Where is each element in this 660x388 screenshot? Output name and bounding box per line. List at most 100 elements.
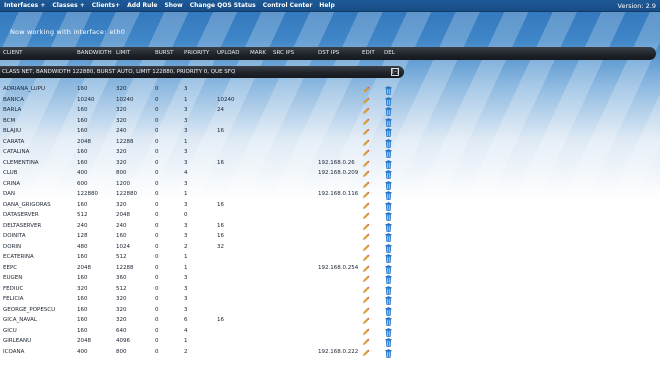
pencil-icon[interactable] xyxy=(362,296,370,304)
limit-cell: 12288 xyxy=(116,138,134,145)
trash-icon[interactable] xyxy=(385,254,392,263)
header-limit: LIMIT xyxy=(116,50,131,56)
priority-cell: 1 xyxy=(184,338,188,344)
pencil-icon[interactable] xyxy=(362,181,370,189)
pencil-icon[interactable] xyxy=(362,118,370,126)
pencil-icon[interactable] xyxy=(362,275,370,283)
interface-banner: Now working with interface: eth0 xyxy=(10,28,125,36)
bandwidth-cell: 160 xyxy=(77,107,88,113)
trash-icon[interactable] xyxy=(385,243,392,253)
pencil-icon[interactable] xyxy=(362,139,370,147)
bandwidth-cell: 400 xyxy=(77,348,88,355)
trash-icon[interactable] xyxy=(385,149,392,158)
menu-control-center[interactable]: Control Center xyxy=(263,2,313,9)
menu-show[interactable]: Show xyxy=(164,2,182,9)
trash-icon[interactable] xyxy=(385,86,392,95)
burst-cell: 0 xyxy=(155,212,159,218)
collapse-toggle[interactable]: [-] xyxy=(391,68,399,76)
trash-icon[interactable] xyxy=(385,275,392,284)
table-row: ADRIANA_LUPU 160 320 0 3 xyxy=(0,85,404,96)
trash-icon[interactable] xyxy=(385,191,392,200)
client-name: DORIN xyxy=(3,243,22,250)
trash-icon[interactable] xyxy=(385,170,392,179)
burst-cell: 0 xyxy=(155,191,159,197)
client-name: GEORGE_POPESCU xyxy=(3,306,56,313)
client-name: CLEMENTINA xyxy=(3,159,39,166)
trash-icon[interactable] xyxy=(385,201,392,211)
burst-cell: 0 xyxy=(155,306,159,313)
pencil-icon[interactable] xyxy=(362,170,370,178)
priority-cell: 6 xyxy=(184,317,188,323)
menu-help[interactable]: Help xyxy=(319,2,334,9)
priority-cell: 3 xyxy=(184,149,188,155)
trash-icon[interactable] xyxy=(385,317,392,326)
trash-icon[interactable] xyxy=(385,348,392,358)
table-row: CATALINA 160 320 0 3 xyxy=(0,148,404,159)
trash-icon[interactable] xyxy=(385,138,392,148)
table-row: FEDIUC 320 512 0 3 xyxy=(0,285,404,296)
pencil-icon[interactable] xyxy=(362,328,370,336)
trash-icon[interactable] xyxy=(385,264,392,274)
trash-icon[interactable] xyxy=(385,117,392,127)
menu-interfaces[interactable]: Interfaces + xyxy=(4,2,45,9)
header-src-ips: SRC IPS xyxy=(273,50,295,56)
burst-cell: 0 xyxy=(155,327,159,334)
header-bandwidth: BANDWIDTH xyxy=(77,50,112,56)
pencil-icon[interactable] xyxy=(362,86,370,94)
pencil-icon[interactable] xyxy=(362,223,370,231)
trash-icon[interactable] xyxy=(385,222,392,232)
priority-cell: 2 xyxy=(184,348,188,355)
client-name: ICOANA xyxy=(3,348,25,355)
client-name: BARLA xyxy=(3,107,22,113)
menu-clients[interactable]: Clients+ xyxy=(92,2,120,9)
pencil-icon[interactable] xyxy=(362,286,370,294)
pencil-icon[interactable] xyxy=(362,244,370,252)
pencil-icon[interactable] xyxy=(362,254,370,262)
menu-change-qos-status[interactable]: Change QOS Status xyxy=(190,2,256,9)
client-name: BCM xyxy=(3,117,16,124)
table-row: GICA_NAVAL 160 320 0 6 16 xyxy=(0,316,404,327)
bandwidth-cell: 160 xyxy=(77,317,88,323)
pencil-icon[interactable] xyxy=(362,149,370,157)
trash-icon[interactable] xyxy=(385,306,392,316)
header-mark: MARK xyxy=(250,50,266,56)
pencil-icon[interactable] xyxy=(362,338,370,346)
limit-cell: 160 xyxy=(116,233,127,239)
pencil-icon[interactable] xyxy=(362,160,370,168)
bandwidth-cell: 160 xyxy=(77,128,88,134)
trash-icon[interactable] xyxy=(385,338,392,347)
pencil-icon[interactable] xyxy=(362,107,370,115)
pencil-icon[interactable] xyxy=(362,128,370,136)
trash-icon[interactable] xyxy=(385,233,392,242)
pencil-icon[interactable] xyxy=(362,317,370,325)
bandwidth-cell: 160 xyxy=(77,86,88,92)
trash-icon[interactable] xyxy=(385,212,392,221)
menu-classes[interactable]: Classes + xyxy=(52,2,84,9)
upload-cell: 16 xyxy=(217,159,224,166)
trash-icon[interactable] xyxy=(385,285,392,295)
client-name: ECATERINA xyxy=(3,254,34,260)
trash-icon[interactable] xyxy=(385,296,392,305)
client-name: GICA_NAVAL xyxy=(3,317,37,323)
trash-icon[interactable] xyxy=(385,128,392,137)
trash-icon[interactable] xyxy=(385,96,392,106)
pencil-icon[interactable] xyxy=(362,307,370,315)
table-row: DATASERVER 512 2048 0 0 xyxy=(0,211,404,222)
bandwidth-cell: 160 xyxy=(77,201,88,208)
pencil-icon[interactable] xyxy=(362,97,370,105)
trash-icon[interactable] xyxy=(385,180,392,190)
pencil-icon[interactable] xyxy=(362,212,370,220)
menu-add-rule[interactable]: Add Rule xyxy=(127,2,157,9)
dst-ip-cell: 192.168.0.222 xyxy=(318,348,359,355)
pencil-icon[interactable] xyxy=(362,349,370,357)
limit-cell: 10240 xyxy=(116,96,134,103)
pencil-icon[interactable] xyxy=(362,202,370,210)
trash-icon[interactable] xyxy=(385,159,392,169)
limit-cell: 320 xyxy=(116,317,127,323)
burst-cell: 0 xyxy=(155,348,159,355)
pencil-icon[interactable] xyxy=(362,191,370,199)
trash-icon[interactable] xyxy=(385,107,392,116)
pencil-icon[interactable] xyxy=(362,265,370,273)
trash-icon[interactable] xyxy=(385,327,392,337)
pencil-icon[interactable] xyxy=(362,233,370,241)
